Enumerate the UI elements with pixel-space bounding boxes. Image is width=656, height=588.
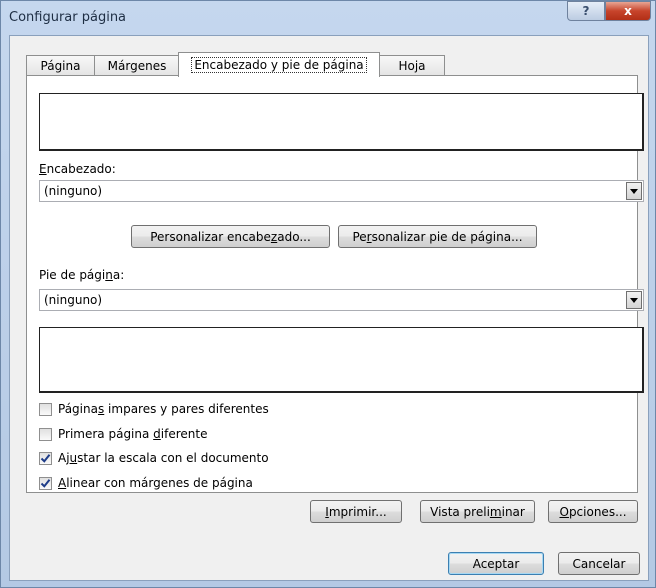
tab-label: Encabezado y pie de página xyxy=(191,57,367,73)
tab-label: Hoja xyxy=(398,59,426,73)
checkbox-label: Alinear con márgenes de página xyxy=(58,476,253,490)
dialog-body: Página Márgenes Encabezado y pie de pági… xyxy=(9,35,649,581)
print-preview-button[interactable]: Vista preli m inar xyxy=(420,500,535,523)
header-select-value: (ninguno) xyxy=(44,184,103,198)
footer-label: Pie de página: xyxy=(39,268,125,282)
tab-panel: Encabezado: (ninguno) Personalizar encab… xyxy=(26,75,644,493)
option-scale-with-document[interactable]: Ajustar la escala con el documento xyxy=(39,450,269,466)
footer-select[interactable]: (ninguno) xyxy=(39,289,644,311)
help-button[interactable]: ? xyxy=(567,1,605,21)
footer-preview xyxy=(39,327,644,393)
ok-button[interactable]: Aceptar xyxy=(448,552,544,575)
checkmark-icon xyxy=(40,478,51,488)
chevron-down-icon xyxy=(630,188,638,194)
close-icon: x xyxy=(624,4,632,18)
footer-dropdown-button[interactable] xyxy=(626,291,642,309)
checkbox-label: Ajustar la escala con el documento xyxy=(58,451,269,465)
option-odd-even[interactable]: Páginas impares y pares diferentes xyxy=(39,401,269,417)
checkbox[interactable] xyxy=(39,427,52,441)
checkbox[interactable] xyxy=(39,451,52,465)
tab-margenes[interactable]: Márgenes xyxy=(94,55,180,76)
help-icon: ? xyxy=(582,4,590,18)
option-align-margins[interactable]: Alinear con márgenes de página xyxy=(39,475,253,491)
checkbox[interactable] xyxy=(39,476,52,490)
header-label: Encabezado: xyxy=(39,162,116,176)
chevron-down-icon xyxy=(630,297,638,303)
options-button[interactable]: Opciones... xyxy=(548,500,638,523)
window-title: Configurar página xyxy=(9,10,127,25)
page-setup-dialog: Configurar página ? x Página Márgenes En… xyxy=(0,0,656,588)
title-bar[interactable]: Configurar página ? x xyxy=(1,1,655,35)
custom-header-button[interactable]: Personalizar encabe z ado... xyxy=(131,225,330,248)
checkbox[interactable] xyxy=(39,402,52,416)
header-preview xyxy=(39,93,644,151)
tab-hoja[interactable]: Hoja xyxy=(379,55,445,76)
tab-label: Márgenes xyxy=(107,59,167,73)
print-button[interactable]: Imprimir... xyxy=(310,500,402,523)
tab-encabezado-pie[interactable]: Encabezado y pie de página xyxy=(178,52,380,77)
checkbox-label: Páginas impares y pares diferentes xyxy=(58,402,269,416)
tab-label: Página xyxy=(40,59,81,73)
checkbox-label: Primera página diferente xyxy=(58,427,208,441)
tab-pagina[interactable]: Página xyxy=(26,55,95,76)
checkmark-icon xyxy=(40,453,51,463)
header-dropdown-button[interactable] xyxy=(626,182,642,200)
close-button[interactable]: x xyxy=(605,1,651,21)
cancel-button[interactable]: Cancelar xyxy=(558,552,640,575)
option-first-page[interactable]: Primera página diferente xyxy=(39,426,207,442)
footer-select-value: (ninguno) xyxy=(44,293,103,307)
header-select[interactable]: (ninguno) xyxy=(39,180,644,202)
custom-footer-button[interactable]: Pe r sonalizar pie de página... xyxy=(338,225,537,248)
